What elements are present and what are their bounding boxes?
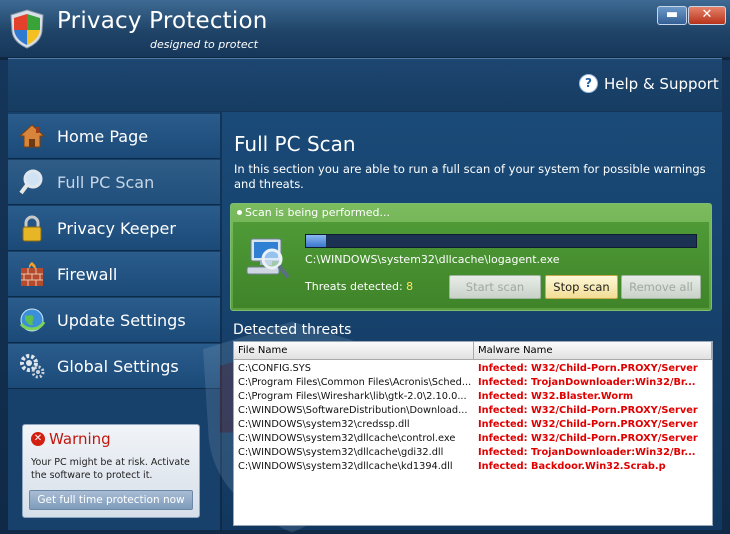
sidebar-item-full-pc-scan[interactable]: Full PC Scan bbox=[8, 160, 220, 205]
app-subtitle: designed to protect bbox=[150, 38, 258, 51]
sidebar-item-label: Update Settings bbox=[57, 310, 186, 330]
malware-name-cell: Infected: Backdoor.Win32.Scrab.p bbox=[478, 461, 666, 472]
status-dot-icon bbox=[237, 210, 242, 215]
malware-name-cell: Infected: W32/Child-Porn.PROXY/Server bbox=[478, 419, 698, 430]
padlock-icon bbox=[17, 213, 47, 243]
warning-text: Your PC might be at risk. Activate the s… bbox=[31, 457, 190, 481]
table-row[interactable]: C:\CONFIG.SYS Infected: W32/Child-Porn.PR… bbox=[234, 362, 712, 376]
scan-status-label: Scan is being performed... bbox=[245, 206, 390, 219]
shield-logo-icon bbox=[10, 9, 44, 49]
help-icon: ? bbox=[579, 74, 598, 93]
sidebar-item-update-settings[interactable]: Update Settings bbox=[8, 298, 220, 343]
table-row[interactable]: C:\Program Files\Common Files\Acronis\Sc… bbox=[234, 376, 712, 390]
sidebar: Home Page Full PC Scan Privacy Keeper Fi… bbox=[8, 112, 220, 530]
malware-name-cell: Infected: W32/Child-Porn.PROXY/Server bbox=[478, 405, 698, 416]
column-header-malware-name[interactable]: Malware Name bbox=[474, 342, 712, 359]
detected-threats-title: Detected threats bbox=[233, 322, 352, 338]
file-name-cell: C:\Program Files\Common Files\Acronis\Sc… bbox=[238, 377, 472, 388]
table-row[interactable]: C:\WINDOWS\system32\dllcache\control.exe… bbox=[234, 432, 712, 446]
sidebar-item-label: Privacy Keeper bbox=[57, 218, 176, 238]
brick-wall-icon bbox=[17, 259, 47, 289]
header-bar: ? Help & Support bbox=[8, 58, 722, 111]
malware-name-cell: Infected: W32/Child-Porn.PROXY/Server bbox=[478, 433, 698, 444]
app-title: Privacy Protection bbox=[57, 8, 268, 34]
file-name-cell: C:\WINDOWS\system32\dllcache\gdi32.dll bbox=[238, 447, 444, 458]
malware-name-cell: Infected: TrojanDownloader:Win32/Br... bbox=[478, 377, 696, 388]
sidebar-item-global-settings[interactable]: Global Settings bbox=[8, 344, 220, 389]
start-scan-button[interactable]: Start scan bbox=[449, 275, 541, 299]
scan-body: C:\WINDOWS\system32\dllcache\logagent.ex… bbox=[233, 222, 709, 308]
table-row[interactable]: C:\Program Files\Wireshark\lib\gtk-2.0\2… bbox=[234, 390, 712, 404]
house-icon bbox=[17, 121, 47, 151]
sidebar-item-home[interactable]: Home Page bbox=[8, 114, 220, 159]
sidebar-item-label: Full PC Scan bbox=[57, 172, 155, 192]
file-name-cell: C:\WINDOWS\system32\dllcache\kd1394.dll bbox=[238, 461, 453, 472]
table-row[interactable]: C:\WINDOWS\system32\dllcache\kd1394.dll I… bbox=[234, 460, 712, 474]
globe-update-icon bbox=[17, 305, 47, 335]
file-name-cell: C:\Program Files\Wireshark\lib\gtk-2.0\2… bbox=[238, 391, 467, 402]
page-description: In this section you are able to run a fu… bbox=[234, 162, 706, 191]
remove-all-button[interactable]: Remove all bbox=[621, 275, 701, 299]
computer-scan-icon bbox=[246, 238, 290, 279]
warning-title-label: Warning bbox=[49, 430, 111, 448]
malware-name-cell: Infected: W32.Blaster.Worm bbox=[478, 391, 634, 402]
malware-name-cell: Infected: W32/Child-Porn.PROXY/Server bbox=[478, 363, 698, 374]
page-title: Full PC Scan bbox=[234, 132, 356, 156]
scan-panel: Scan is being performed... C:\WINDOWS\sy… bbox=[230, 203, 712, 311]
gears-icon bbox=[17, 351, 47, 381]
get-protection-button[interactable]: Get full time protection now bbox=[29, 490, 193, 510]
file-name-cell: C:\WINDOWS\system32\dllcache\control.exe bbox=[238, 433, 456, 444]
table-row[interactable]: C:\WINDOWS\SoftwareDistribution\Download… bbox=[234, 404, 712, 418]
threats-detected: Threats detected: 8 bbox=[305, 280, 413, 293]
main-panel: Full PC Scan In this section you are abl… bbox=[203, 112, 722, 533]
sidebar-item-label: Firewall bbox=[57, 264, 118, 284]
threats-label: Threats detected: bbox=[305, 280, 403, 293]
title-bar: Privacy Protection designed to protect ▬… bbox=[0, 0, 730, 57]
app-window: Privacy Protection designed to protect ▬… bbox=[0, 0, 730, 534]
magnifier-icon bbox=[17, 167, 47, 197]
close-button[interactable]: ✕ bbox=[688, 6, 726, 25]
table-body: C:\CONFIG.SYS Infected: W32/Child-Porn.PR… bbox=[234, 362, 712, 474]
sidebar-item-firewall[interactable]: Firewall bbox=[8, 252, 220, 297]
scan-progress-bar bbox=[305, 234, 697, 248]
malware-name-cell: Infected: TrojanDownloader:Win32/Br... bbox=[478, 447, 696, 458]
sidebar-item-label: Global Settings bbox=[57, 356, 179, 376]
help-support-label: Help & Support bbox=[604, 74, 719, 93]
file-name-cell: C:\WINDOWS\SoftwareDistribution\Download… bbox=[238, 405, 468, 416]
file-name-cell: C:\WINDOWS\system32\credssp.dll bbox=[238, 419, 410, 430]
warning-title: ✕ Warning bbox=[31, 430, 111, 448]
error-icon: ✕ bbox=[31, 432, 45, 446]
threats-count: 8 bbox=[406, 280, 414, 293]
help-support-link[interactable]: ? Help & Support bbox=[579, 74, 719, 93]
sidebar-item-privacy-keeper[interactable]: Privacy Keeper bbox=[8, 206, 220, 251]
scan-status: Scan is being performed... bbox=[231, 204, 711, 221]
file-name-cell: C:\CONFIG.SYS bbox=[238, 363, 311, 374]
column-header-file-name[interactable]: File Name bbox=[234, 342, 474, 359]
table-header: File Name Malware Name bbox=[234, 342, 712, 360]
threats-table: File Name Malware Name C:\CONFIG.SYS Infe… bbox=[233, 341, 713, 526]
sidebar-item-label: Home Page bbox=[57, 126, 149, 146]
stop-scan-button[interactable]: Stop scan bbox=[545, 275, 618, 299]
scan-progress-fill bbox=[306, 235, 326, 247]
minimize-button[interactable]: ▬ bbox=[657, 6, 687, 25]
current-scan-file: C:\WINDOWS\system32\dllcache\logagent.ex… bbox=[305, 253, 560, 266]
table-row[interactable]: C:\WINDOWS\system32\dllcache\gdi32.dll In… bbox=[234, 446, 712, 460]
table-row[interactable]: C:\WINDOWS\system32\credssp.dll Infected:… bbox=[234, 418, 712, 432]
warning-box: ✕ Warning Your PC might be at risk. Acti… bbox=[22, 424, 200, 518]
